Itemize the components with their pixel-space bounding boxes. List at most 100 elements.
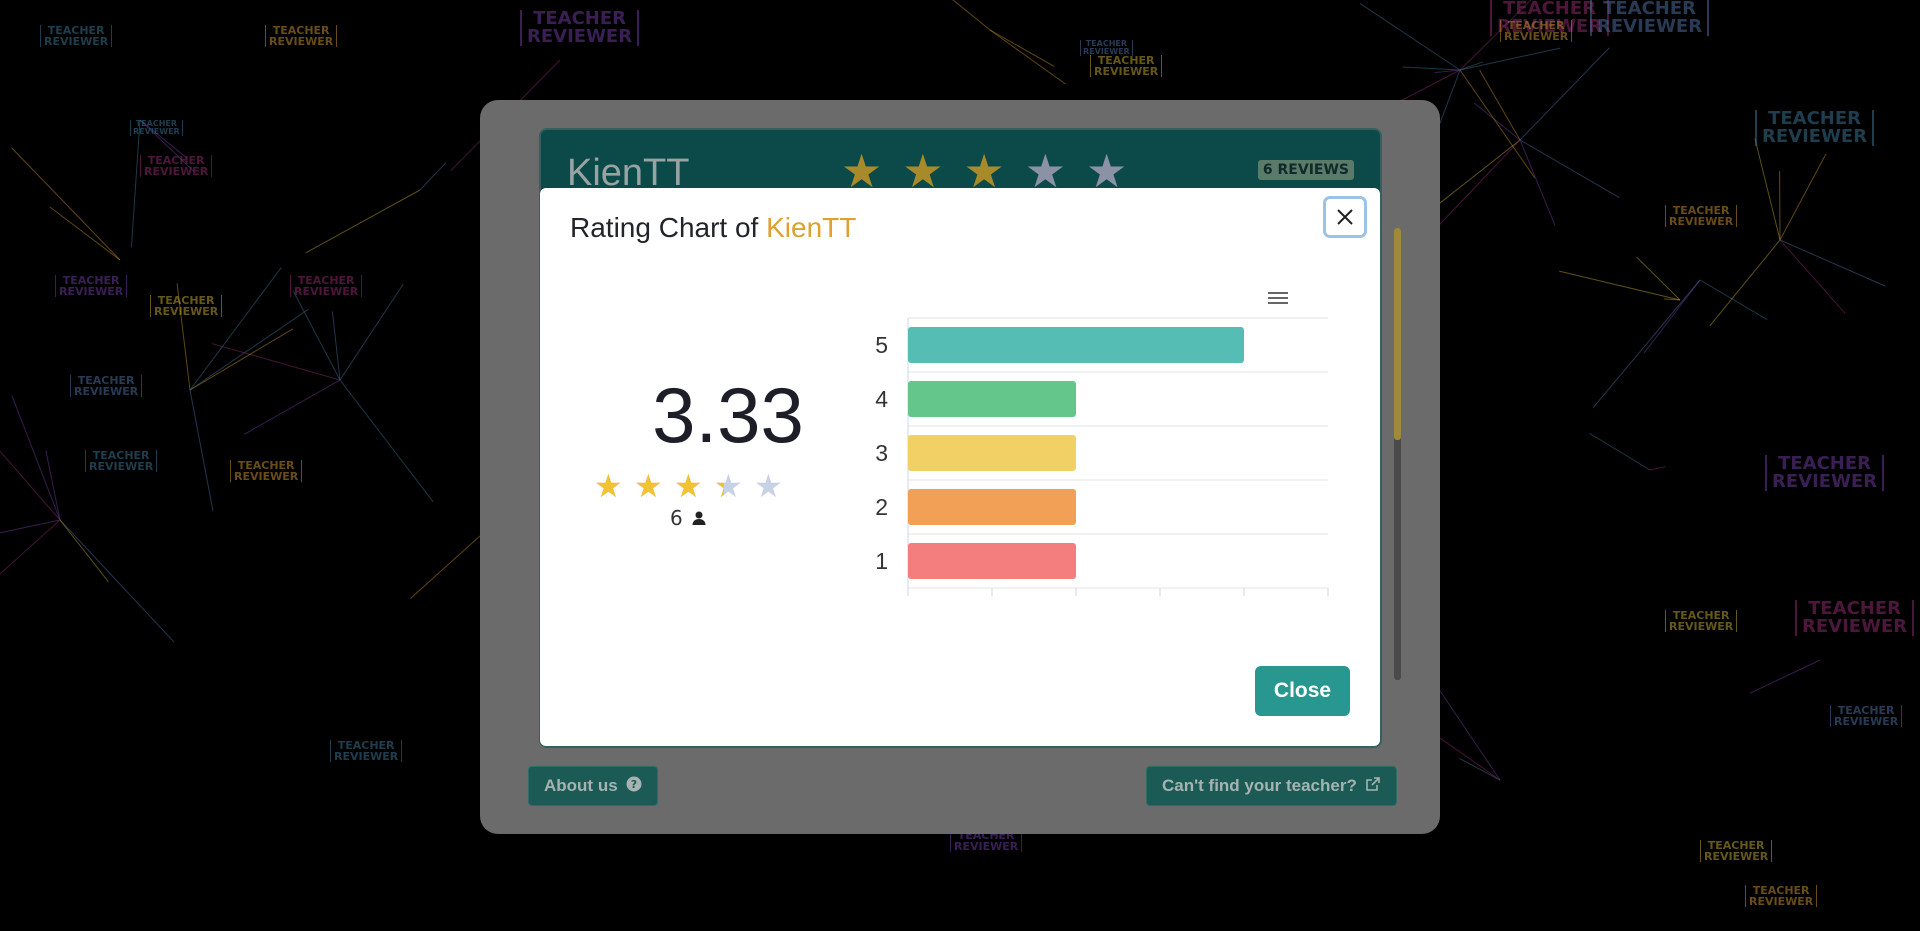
reviews-scrollbar-thumb[interactable] (1394, 228, 1401, 440)
background-network-line (1779, 153, 1827, 241)
teacher-reviewer-watermark-logo: TEACHER REVIEWER (1665, 205, 1738, 227)
average-star-icon: ★★ (754, 467, 783, 505)
chart-bar-4[interactable] (908, 381, 1076, 417)
teacher-reviewer-watermark-logo: TEACHER REVIEWER (520, 10, 640, 46)
background-network-line (1459, 47, 1561, 71)
about-us-button[interactable]: About us ? (528, 766, 658, 806)
teacher-reviewer-watermark-logo: TEACHER REVIEWER (290, 275, 363, 297)
background-network-line (1709, 239, 1781, 327)
background-network-line (0, 450, 61, 521)
background-network-line (1519, 139, 1556, 226)
average-star-icon: ★★ (634, 467, 663, 505)
chart-category-label: 5 (875, 332, 888, 358)
teacher-reviewer-watermark-logo: TEACHER REVIEWER (1500, 20, 1573, 42)
about-us-label: About us (544, 776, 618, 795)
person-icon (692, 511, 706, 525)
background-network-line (1643, 279, 1701, 354)
teacher-reviewer-watermark-logo: TEACHER REVIEWER (1590, 0, 1710, 36)
background-network-line (419, 162, 447, 191)
rating-bar-chart: 5 4 3 2 1 (875, 317, 1329, 596)
background-network-line (0, 519, 61, 575)
teacher-reviewer-watermark-logo: TEACHER REVIEWER (1795, 600, 1915, 636)
average-star-icon: ★★ (674, 467, 703, 505)
background-network-line (189, 308, 309, 391)
background-network-line (331, 311, 341, 381)
background-network-line (339, 283, 404, 381)
background-network-line (11, 395, 61, 521)
teacher-reviewer-watermark-logo: TEACHER REVIEWER (85, 450, 158, 472)
background-network-line (952, 0, 991, 31)
average-rating-stars: ★★ ★★ ★★ ★★ ★★ (594, 470, 785, 502)
background-network-line (59, 519, 109, 582)
modal-close-x-button[interactable] (1323, 196, 1367, 238)
background-network-line (1402, 66, 1461, 71)
teacher-reviewer-watermark-logo: TEACHER REVIEWER (1665, 610, 1738, 632)
background-network-line (1459, 758, 1501, 781)
background-network-line (45, 450, 61, 521)
teacher-reviewer-watermark-logo: TEACHER REVIEWER (1080, 40, 1133, 56)
background-network-line (130, 119, 141, 248)
chart-bar-3[interactable] (908, 435, 1076, 471)
background-network-line (1779, 239, 1886, 287)
background-network-line (1749, 659, 1821, 694)
background-network-line (1473, 102, 1521, 141)
question-circle-icon: ? (626, 776, 642, 796)
teacher-reviewer-watermark-logo: TEACHER REVIEWER (1755, 110, 1875, 146)
chart-bar-1[interactable] (908, 543, 1076, 579)
cant-find-teacher-button[interactable]: Can't find your teacher? (1146, 766, 1397, 806)
rating-chart-modal: Rating Chart of KienTT 3.33 ★★★★★★★★★★ 6… (540, 188, 1380, 746)
background-network-line (1519, 47, 1610, 141)
background-network-line (1479, 70, 1521, 141)
teacher-reviewer-watermark-logo: TEACHER REVIEWER (265, 25, 338, 47)
hamburger-menu-icon[interactable] (1265, 288, 1291, 308)
chart-bar-2[interactable] (908, 489, 1076, 525)
chart-category-label: 2 (875, 494, 888, 520)
teacher-reviewer-watermark-logo: TEACHER REVIEWER (1700, 840, 1773, 862)
background-network-line (339, 379, 434, 503)
background-network-line (189, 267, 282, 391)
voter-count-value: 6 (670, 506, 683, 530)
background-network-line (1699, 279, 1768, 321)
background-network-line (0, 519, 61, 534)
teacher-reviewer-watermark-logo: TEACHER REVIEWER (40, 25, 113, 47)
reviews-scrollbar[interactable] (1394, 228, 1401, 680)
external-link-icon (1365, 776, 1381, 796)
teacher-reviewer-watermark-logo: TEACHER REVIEWER (1830, 705, 1903, 727)
background-network-line (1429, 139, 1521, 212)
background-network-line (292, 291, 341, 381)
background-network-line (1592, 279, 1701, 408)
teacher-reviewer-watermark-logo: TEACHER REVIEWER (330, 740, 403, 762)
background-network-line (59, 519, 175, 643)
chart-category-label: 1 (875, 548, 888, 574)
teacher-reviewer-watermark-logo: TEACHER REVIEWER (130, 120, 183, 136)
background-network-line (189, 389, 214, 511)
background-network-line (1589, 433, 1651, 471)
background-network-line (989, 29, 1066, 85)
modal-title: Rating Chart of KienTT (570, 212, 856, 244)
teacher-reviewer-watermark-logo: TEACHER REVIEWER (1745, 885, 1818, 907)
teacher-reviewer-watermark-logo: TEACHER REVIEWER (230, 460, 303, 482)
background-network-line (11, 147, 121, 261)
teacher-reviewer-watermark-logo: TEACHER REVIEWER (140, 155, 213, 177)
background-network-line (1754, 138, 1781, 241)
close-icon (1337, 209, 1353, 225)
voter-count: 6 (670, 506, 770, 530)
reviews-badge: 6 REVIEWS (1257, 160, 1354, 180)
background-network-line (1779, 239, 1846, 314)
background-network-line (244, 379, 341, 435)
chart-bar-5[interactable] (908, 327, 1244, 363)
background-network-line (1519, 139, 1620, 199)
chart-category-label: 3 (875, 440, 888, 466)
svg-text:?: ? (630, 778, 636, 791)
average-star-icon: ★★ (594, 467, 623, 505)
average-star-icon: ★★ (714, 467, 743, 505)
modal-title-teacher-name: KienTT (766, 212, 857, 243)
teacher-reviewer-watermark-logo: TEACHER REVIEWER (55, 275, 128, 297)
modal-title-prefix: Rating Chart of (570, 212, 759, 243)
background-network-line (305, 189, 421, 254)
teacher-reviewer-watermark-logo: TEACHER REVIEWER (1090, 55, 1163, 77)
background-network-line (189, 328, 294, 391)
background-network-line (989, 29, 1055, 67)
modal-close-button[interactable]: Close (1255, 666, 1350, 716)
teacher-reviewer-watermark-logo: TEACHER REVIEWER (70, 375, 143, 397)
